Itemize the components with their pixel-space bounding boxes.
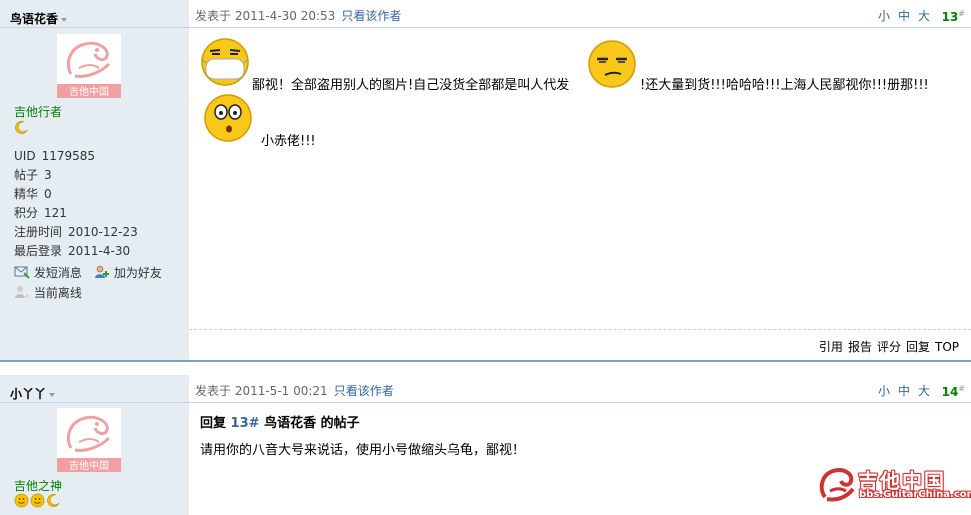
mask-smiley-icon — [201, 38, 249, 86]
author-sidebar: 小丫丫 吉他中国 吉他之神 — [0, 375, 189, 515]
quote-button[interactable]: 引用 — [819, 340, 843, 354]
floor-number[interactable]: 13# — [942, 9, 965, 24]
reply-title-ref[interactable]: 13# — [231, 416, 260, 431]
font-large-button[interactable]: 大 — [918, 384, 930, 398]
report-button[interactable]: 报告 — [848, 340, 872, 354]
floor-value[interactable]: 14 — [942, 385, 959, 399]
chevron-down-icon[interactable] — [61, 17, 68, 22]
post-time: 发表于 2011-4-30 20:53 — [195, 9, 336, 23]
info-value: 1179585 — [41, 149, 96, 163]
info-row-digest: 精华 0 — [14, 185, 138, 204]
user-group: 吉他之神 — [14, 479, 63, 493]
top-button[interactable]: TOP — [935, 340, 959, 354]
moon-icon — [15, 121, 28, 134]
surprised-smiley-icon — [204, 94, 252, 142]
info-label: 精华 — [14, 187, 39, 201]
only-author-link[interactable]: 只看该作者 — [341, 9, 401, 23]
author-sidebar: 鸟语花香 吉他中国 吉他行者 UID 1179585 帖子 3 精华 0 积分 121 … — [0, 0, 189, 362]
info-label: UID — [14, 149, 36, 163]
author-name-link[interactable]: 鸟语花香 — [10, 10, 68, 27]
font-medium-button[interactable]: 中 — [898, 384, 910, 398]
info-label: 帖子 — [14, 168, 39, 182]
guitarchina-logo-icon — [819, 468, 855, 502]
info-label: 积分 — [14, 206, 39, 220]
info-row-regdate: 注册时间 2010-12-23 — [14, 223, 138, 242]
info-row-credits: 积分 121 — [14, 204, 138, 223]
font-medium-button[interactable]: 中 — [898, 9, 910, 23]
smirk-smiley-icon — [588, 40, 636, 88]
font-size-switcher: 小中大 — [870, 382, 930, 399]
author-bar: 小丫丫 — [0, 375, 189, 403]
send-message-button[interactable]: 发短消息 — [14, 265, 82, 281]
info-row-uid: UID 1179585 — [14, 147, 138, 166]
moon-icon — [47, 494, 60, 507]
post-header: 发表于 2011-5-1 00:21 只看该作者 小中大 14# — [189, 375, 971, 403]
user-group: 吉他行者 — [14, 105, 63, 119]
info-value: 2010-12-23 — [68, 225, 138, 239]
post-actions: 引用 报告 评分 回复 TOP — [814, 338, 959, 355]
message-icon — [14, 266, 30, 279]
author-name[interactable]: 小丫丫 — [10, 387, 46, 401]
only-author-link[interactable]: 只看该作者 — [334, 384, 394, 398]
font-small-button[interactable]: 小 — [878, 384, 890, 398]
status-label: 当前离线 — [33, 286, 82, 300]
sun-icon — [30, 493, 45, 508]
post-text-line2: 小赤佬!!! — [261, 134, 316, 149]
floor-mark: # — [958, 384, 965, 393]
author-name-link[interactable]: 小丫丫 — [10, 385, 56, 402]
reply-title-prefix: 回复 — [200, 416, 227, 431]
online-status: 当前离线 — [14, 285, 82, 301]
info-value: 2011-4-30 — [68, 244, 131, 258]
font-size-switcher: 小中大 — [870, 7, 930, 24]
reply-body: 请用你的八音大号来说话，使用小号做缩头乌龟，鄙视！ — [200, 443, 526, 458]
floor-number[interactable]: 14# — [942, 384, 965, 399]
offline-user-icon — [15, 286, 28, 298]
avatar-caption: 吉他中国 — [69, 459, 109, 472]
post-meta: 发表于 2011-5-1 00:21 只看该作者 — [195, 382, 394, 399]
info-row-lastlogin: 最后登录 2011-4-30 — [14, 242, 138, 261]
post-footer: 引用 报告 评分 回复 TOP — [189, 329, 971, 361]
post-text-line1a: 鄙视！全部盗用别人的图片!自己没货全部都是叫人代发 — [252, 78, 570, 93]
sun-icon — [14, 493, 29, 508]
info-label: 最后登录 — [14, 244, 63, 258]
reply-title: 回复 13# 鸟语花香 的帖子 — [200, 412, 360, 431]
post-text-line1b: !还大量到货!!!哈哈哈!!!上海人民鄙视你!!!册那!!! — [640, 78, 929, 93]
send-message-label[interactable]: 发短消息 — [34, 266, 82, 280]
user-info: UID 1179585 帖子 3 精华 0 积分 121 注册时间 2010-12-23 … — [14, 147, 138, 261]
info-label: 注册时间 — [14, 225, 63, 239]
post-13: 鸟语花香 吉他中国 吉他行者 UID 1179585 帖子 3 精华 0 积分 121 … — [0, 0, 971, 362]
font-large-button[interactable]: 大 — [918, 9, 930, 23]
floor-mark: # — [958, 9, 965, 18]
author-name[interactable]: 鸟语花香 — [10, 12, 58, 26]
info-value: 3 — [44, 168, 52, 182]
reply-title-suffix: 鸟语花香 的帖子 — [264, 416, 360, 431]
post-main: 发表于 2011-4-30 20:53 只看该作者 小中大 13# 鄙视！全部盗用… — [189, 0, 971, 362]
info-value: 0 — [44, 187, 52, 201]
rate-button[interactable]: 评分 — [877, 340, 901, 354]
avatar[interactable]: 吉他中国 — [57, 34, 121, 98]
add-friend-icon — [95, 265, 109, 278]
avatar-caption: 吉他中国 — [69, 85, 109, 98]
rank-badges — [14, 120, 29, 135]
info-row-posts: 帖子 3 — [14, 166, 138, 185]
avatar[interactable]: 吉他中国 — [57, 408, 121, 472]
info-value: 121 — [44, 206, 67, 220]
watermark-url: bbs.GuitarChina.com — [859, 489, 971, 500]
rank-badges — [14, 493, 61, 508]
post-header: 发表于 2011-4-30 20:53 只看该作者 小中大 13# — [189, 0, 971, 28]
site-watermark: 吉他中国 bbs.GuitarChina.com — [817, 465, 971, 505]
author-bar: 鸟语花香 — [0, 0, 189, 28]
add-friend-button[interactable]: 加为好友 — [94, 265, 162, 281]
add-friend-label[interactable]: 加为好友 — [114, 266, 162, 280]
floor-value[interactable]: 13 — [942, 10, 959, 24]
post-separator — [0, 360, 971, 362]
post-meta: 发表于 2011-4-30 20:53 只看该作者 — [195, 7, 401, 24]
post-time: 发表于 2011-5-1 00:21 — [195, 384, 328, 398]
chevron-down-icon[interactable] — [49, 392, 56, 397]
font-small-button[interactable]: 小 — [878, 9, 890, 23]
reply-button[interactable]: 回复 — [906, 340, 930, 354]
